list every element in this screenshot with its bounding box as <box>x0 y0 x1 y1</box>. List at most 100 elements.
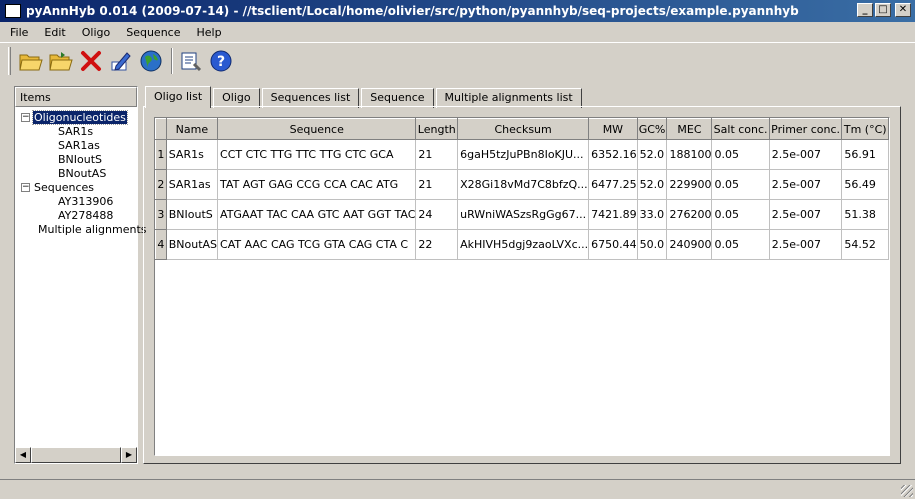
cell-gc[interactable]: 52.0 <box>637 169 668 200</box>
column-header-mec[interactable]: MEC <box>666 118 713 140</box>
cell-tm[interactable]: 56.49 <box>841 169 889 200</box>
cell-mec[interactable]: 229900 <box>666 169 713 200</box>
cell-tm[interactable]: 51.38 <box>841 199 889 230</box>
cell-mw[interactable]: 6750.44 <box>588 229 638 260</box>
cell-mec[interactable]: 188100 <box>666 139 713 170</box>
help-button[interactable]: ? <box>207 47 235 75</box>
collapse-icon[interactable]: − <box>21 112 30 122</box>
tree-label-bnioutS[interactable]: BNIoutS <box>57 153 103 166</box>
globe-button[interactable] <box>137 47 165 75</box>
cell-tm[interactable]: 56.91 <box>841 139 889 170</box>
open-alt-button[interactable] <box>47 47 75 75</box>
cell-mw[interactable]: 6352.16 <box>588 139 638 170</box>
column-header-length[interactable]: Length <box>415 118 459 140</box>
tree-label-ay278488[interactable]: AY278488 <box>57 209 114 222</box>
tree-label-ay313906[interactable]: AY313906 <box>57 195 114 208</box>
column-header-name[interactable]: Name <box>165 118 219 140</box>
edit-button[interactable] <box>107 47 135 75</box>
cell-primer-conc[interactable]: 2.5e-007 <box>769 169 843 200</box>
cell-primer-conc[interactable]: 2.5e-007 <box>769 199 843 230</box>
tree-leaf-bnoutas[interactable]: BNoutAS <box>15 166 137 180</box>
tree-label-sequences[interactable]: Sequences <box>33 181 95 194</box>
tree-label-oligonucleotides[interactable]: Oligonucleotides <box>32 109 128 125</box>
tab-sequences-list[interactable]: Sequences list <box>261 88 360 108</box>
cell-gc[interactable]: 33.0 <box>637 199 668 230</box>
cell-tm[interactable]: 54.52 <box>841 229 889 260</box>
column-header-gc[interactable]: GC% <box>636 118 668 140</box>
cell-length[interactable]: 21 <box>415 169 459 200</box>
tab-oligo[interactable]: Oligo <box>213 88 260 108</box>
cell-salt-conc[interactable]: 0.05 <box>711 139 770 170</box>
cell-checksum[interactable]: AkHIVH5dgj9zaoLVXc... <box>457 229 590 260</box>
tree-label-multiple-alignments[interactable]: Multiple alignments <box>37 223 148 236</box>
minimize-button[interactable]: _ <box>857 3 873 17</box>
collapse-icon[interactable]: − <box>21 182 30 192</box>
toolbar-grip[interactable] <box>8 46 11 75</box>
column-header-sequence[interactable]: Sequence <box>217 118 417 140</box>
delete-button[interactable] <box>77 47 105 75</box>
column-header-salt-conc[interactable]: Salt conc. <box>711 118 770 140</box>
cell-name[interactable]: SAR1s <box>166 139 219 170</box>
table-corner[interactable] <box>155 118 167 140</box>
tree-label-bnoutas[interactable]: BNoutAS <box>57 167 107 180</box>
tree-leaf-sar1as[interactable]: SAR1as <box>15 138 137 152</box>
cell-sequence[interactable]: TAT AGT GAG CCG CCA CAC ATG <box>217 169 417 200</box>
cell-mec[interactable]: 240900 <box>666 229 713 260</box>
tree-horizontal-scrollbar[interactable]: ◀ ▶ <box>15 447 137 463</box>
open-button[interactable] <box>17 47 45 75</box>
tab-multiple-alignments-list[interactable]: Multiple alignments list <box>435 88 582 108</box>
tab-oligo-list[interactable]: Oligo list <box>145 86 212 108</box>
cell-checksum[interactable]: 6gaH5tzJuPBn8IoKJU... <box>457 139 590 170</box>
cell-sequence[interactable]: ATGAAT TAC CAA GTC AAT GGT TAC <box>217 199 417 230</box>
row-header[interactable]: 3 <box>155 199 167 230</box>
maximize-button[interactable]: □ <box>875 3 891 17</box>
cell-primer-conc[interactable]: 2.5e-007 <box>769 139 843 170</box>
cell-salt-conc[interactable]: 0.05 <box>711 199 770 230</box>
cell-length[interactable]: 22 <box>415 229 459 260</box>
column-header-checksum[interactable]: Checksum <box>457 118 590 140</box>
table-row[interactable]: 3 BNIoutS ATGAAT TAC CAA GTC AAT GGT TAC… <box>155 199 889 230</box>
cell-sequence[interactable]: CCT CTC TTG TTC TTG CTC GCA <box>217 139 417 170</box>
scroll-thumb[interactable] <box>31 447 121 463</box>
tree-leaf-sar1s[interactable]: SAR1s <box>15 124 137 138</box>
tree-label-sar1as[interactable]: SAR1as <box>57 139 101 152</box>
menu-help[interactable]: Help <box>188 24 229 41</box>
row-header[interactable]: 2 <box>155 169 167 200</box>
table-row[interactable]: 1 SAR1s CCT CTC TTG TTC TTG CTC GCA 21 6… <box>155 139 889 170</box>
row-header[interactable]: 4 <box>155 229 167 260</box>
cell-length[interactable]: 21 <box>415 139 459 170</box>
cell-gc[interactable]: 52.0 <box>637 139 668 170</box>
close-button[interactable]: ✕ <box>895 3 911 17</box>
cell-gc[interactable]: 50.0 <box>637 229 668 260</box>
tree-leaf-ay313906[interactable]: AY313906 <box>15 194 137 208</box>
tree-node-multiple-alignments[interactable]: Multiple alignments <box>15 222 147 236</box>
column-header-primer-conc[interactable]: Primer conc. <box>768 118 843 140</box>
cell-primer-conc[interactable]: 2.5e-007 <box>769 229 843 260</box>
tree-leaf-bnious[interactable]: BNIoutS <box>15 152 137 166</box>
cell-mw[interactable]: 7421.89 <box>588 199 638 230</box>
row-header[interactable]: 1 <box>155 139 167 170</box>
cell-mec[interactable]: 276200 <box>666 199 713 230</box>
cell-salt-conc[interactable]: 0.05 <box>711 169 770 200</box>
resize-grip-icon[interactable] <box>901 485 913 497</box>
scroll-left-icon[interactable]: ◀ <box>15 447 31 463</box>
tree-node-sequences[interactable]: − Sequences <box>15 180 137 194</box>
cell-length[interactable]: 24 <box>415 199 459 230</box>
menu-oligo[interactable]: Oligo <box>74 24 118 41</box>
column-header-mw[interactable]: MW <box>588 118 638 140</box>
cell-name[interactable]: BNIoutS <box>166 199 219 230</box>
cell-mw[interactable]: 6477.25 <box>588 169 638 200</box>
cell-checksum[interactable]: uRWniWASzsRgGg67... <box>457 199 590 230</box>
cell-salt-conc[interactable]: 0.05 <box>711 229 770 260</box>
menu-file[interactable]: File <box>2 24 36 41</box>
menu-sequence[interactable]: Sequence <box>118 24 188 41</box>
table-row[interactable]: 4 BNoutAS CAT AAC CAG TCG GTA CAG CTA C … <box>155 229 889 260</box>
tool-button[interactable] <box>177 47 205 75</box>
scroll-right-icon[interactable]: ▶ <box>121 447 137 463</box>
cell-checksum[interactable]: X28Gi18vMd7C8bfzQ... <box>457 169 590 200</box>
items-header[interactable]: Items <box>15 87 137 107</box>
tree-leaf-ay278488[interactable]: AY278488 <box>15 208 137 222</box>
tree-label-sar1s[interactable]: SAR1s <box>57 125 94 138</box>
tree-node-oligonucleotides[interactable]: − Oligonucleotides <box>15 109 137 125</box>
column-header-tm[interactable]: Tm (°C) <box>841 118 889 140</box>
